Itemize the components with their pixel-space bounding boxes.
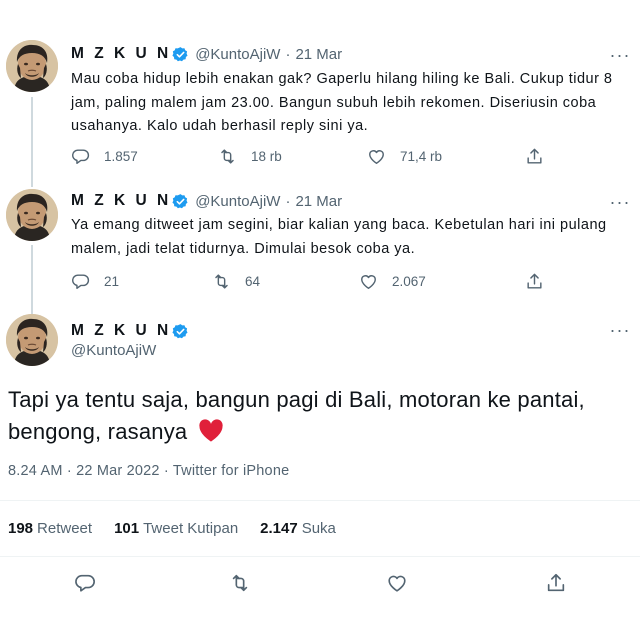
main-tweet-header: M Z K U N — [71, 320, 195, 342]
main-tweet-text: Tapi ya tentu saja, bangun pagi di Bali,… — [8, 387, 585, 444]
retweets-label: Retweet — [37, 520, 93, 537]
quotes-stat[interactable]: 101 Tweet Kutipan — [114, 520, 238, 537]
red-heart-emoji — [198, 419, 224, 443]
likes-label: Suka — [301, 520, 336, 537]
display-name[interactable]: M Z K U N — [71, 322, 171, 340]
engagement-stats: 198 Retweet 101 Tweet Kutipan 2.147 Suka — [0, 520, 640, 542]
user-handle[interactable]: @KuntoAjiW — [71, 342, 156, 359]
main-tweet: M Z K U N @KuntoAjiW ··· Tapi ya tentu s… — [0, 0, 640, 640]
retweets-count: 198 — [8, 520, 34, 537]
more-icon[interactable]: ··· — [610, 320, 630, 340]
main-tweet-text-block: Tapi ya tentu saja, bangun pagi di Bali,… — [8, 384, 628, 448]
tweet-timestamp[interactable]: 8.24 AM · 22 Mar 2022 · Twitter for iPho… — [8, 463, 289, 479]
share-icon[interactable] — [545, 572, 569, 596]
avatar[interactable] — [6, 314, 58, 366]
quotes-label: Tweet Kutipan — [143, 520, 239, 537]
verified-badge-icon — [172, 322, 189, 340]
divider — [0, 556, 640, 557]
reply-icon[interactable] — [74, 572, 98, 596]
likes-stat[interactable]: 2.147 Suka — [260, 520, 336, 537]
quotes-count: 101 — [114, 520, 140, 537]
retweets-stat[interactable]: 198 Retweet — [8, 520, 92, 537]
heart-icon[interactable] — [386, 572, 410, 596]
divider — [0, 500, 640, 501]
retweet-icon[interactable] — [229, 572, 253, 596]
main-tweet-actions — [0, 572, 640, 598]
likes-count: 2.147 — [260, 520, 298, 537]
